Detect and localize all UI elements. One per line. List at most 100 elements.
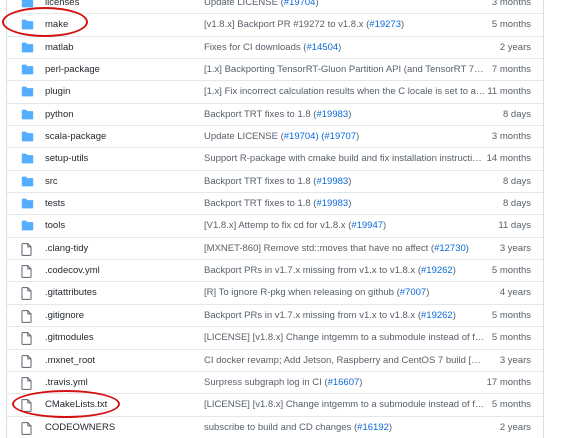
file-name-link[interactable]: CODEOWNERS (45, 422, 115, 433)
pr-link[interactable]: #19273 (369, 19, 401, 30)
pr-link[interactable]: #19983 (316, 176, 348, 187)
file-row[interactable]: make [v1.8.x] Backport PR #19272 to v1.8.… (7, 13, 543, 35)
pr-link[interactable]: #16607 (328, 377, 360, 388)
file-row[interactable]: licenses Update LICENSE (#19704) 3 months (7, 0, 543, 13)
folder-icon (21, 42, 34, 53)
folder-icon (21, 64, 34, 75)
commit-message[interactable]: [1.x] Backporting TensorRT-Gluon Partiti… (204, 64, 486, 75)
file-row[interactable]: scala-package Update LICENSE (#19704) (#1… (7, 125, 543, 147)
folder-icon (21, 176, 34, 187)
file-name-link[interactable]: setup-utils (45, 153, 88, 164)
commit-message-text[interactable]: Backport TRT fixes to 1.8 (204, 109, 311, 120)
file-name-link[interactable]: perl-package (45, 64, 100, 75)
file-name-link[interactable]: .gitmodules (45, 332, 94, 343)
commit-message-text[interactable]: CI docker revamp; Add Jetson, Raspberry … (204, 355, 486, 366)
pr-link[interactable]: #14504 (306, 42, 338, 53)
commit-message[interactable]: [LICENSE] [v1.8.x] Change intgemm to a s… (204, 332, 486, 343)
file-name-link[interactable]: .mxnet_root (45, 355, 95, 366)
file-row[interactable]: .travis.yml Surpress subgraph log in CI (… (7, 370, 543, 393)
pr-link[interactable]: #19983 (316, 198, 348, 209)
file-icon (21, 309, 34, 323)
pr-link[interactable]: #12730 (434, 243, 466, 254)
commit-message[interactable]: Update LICENSE (#19704) (204, 0, 486, 8)
commit-message-text[interactable]: Support R-package with cmake build and f… (204, 153, 486, 164)
commit-message-text[interactable]: [1.x] Backporting TensorRT-Gluon Partiti… (204, 64, 486, 75)
file-row[interactable]: plugin [1.x] Fix incorrect calculation re… (7, 80, 543, 102)
file-row[interactable]: setup-utils Support R-package with cmake … (7, 147, 543, 169)
commit-message[interactable]: [v1.8.x] Backport PR #19272 to v1.8.x (#… (204, 19, 486, 30)
commit-message[interactable]: Backport PRs in v1.7.x missing from v1.x… (204, 310, 486, 321)
file-row[interactable]: CMakeLists.txt [LICENSE] [v1.8.x] Change … (7, 393, 543, 415)
file-row[interactable]: tests Backport TRT fixes to 1.8 (#19983) 8… (7, 192, 543, 214)
file-row[interactable]: .gitattributes [R] To ignore R-pkg when r… (7, 281, 543, 303)
pr-link[interactable]: #19983 (316, 109, 348, 120)
file-name-link[interactable]: .gitattributes (45, 287, 97, 298)
file-row[interactable]: perl-package [1.x] Backporting TensorRT-G… (7, 58, 543, 80)
commit-message-text[interactable]: Backport PRs in v1.7.x missing from v1.x… (204, 265, 415, 276)
commit-message-text[interactable]: Update LICENSE (204, 0, 278, 8)
commit-message-text[interactable]: [LICENSE] [v1.8.x] Change intgemm to a s… (204, 399, 486, 410)
commit-age: 5 months (491, 19, 531, 31)
commit-message[interactable]: [R] To ignore R-pkg when releasing on gi… (204, 287, 486, 298)
commit-message[interactable]: [1.x] Fix incorrect calculation results … (204, 86, 486, 97)
commit-message[interactable]: Backport PRs in v1.7.x missing from v1.x… (204, 265, 486, 276)
file-row[interactable]: CODEOWNERS subscribe to build and CD chan… (7, 415, 543, 438)
commit-message[interactable]: Backport TRT fixes to 1.8 (#19983) (204, 176, 486, 187)
commit-message-text[interactable]: subscribe to build and CD changes (204, 422, 351, 433)
file-name-link[interactable]: matlab (45, 42, 74, 53)
commit-message[interactable]: [MXNET-860] Remove std::moves that have … (204, 243, 486, 254)
commit-message-text[interactable]: Fixes for CI downloads (204, 42, 301, 53)
pr-link[interactable]: #19262 (421, 310, 453, 321)
commit-message[interactable]: Support R-package with cmake build and f… (204, 153, 486, 164)
file-row[interactable]: .clang-tidy [MXNET-860] Remove std::moves… (7, 236, 543, 259)
commit-age: 11 months (487, 86, 531, 98)
commit-message-text[interactable]: [V1.8.x] Attemp to fix cd for v1.8.x (204, 220, 346, 231)
file-name-link[interactable]: CMakeLists.txt (45, 399, 107, 410)
commit-message-text[interactable]: Backport PRs in v1.7.x missing from v1.x… (204, 310, 415, 321)
commit-message[interactable]: [V1.8.x] Attemp to fix cd for v1.8.x (#1… (204, 220, 486, 231)
commit-message[interactable]: Fixes for CI downloads (#14504) (204, 42, 486, 53)
commit-message[interactable]: Backport TRT fixes to 1.8 (#19983) (204, 198, 486, 209)
commit-message-text[interactable]: Backport TRT fixes to 1.8 (204, 176, 311, 187)
commit-message-text[interactable]: [R] To ignore R-pkg when releasing on gi… (204, 287, 394, 298)
pr-link[interactable]: #19704) (#19707 (284, 131, 356, 142)
commit-message-text[interactable]: [1.x] Fix incorrect calculation results … (204, 86, 485, 97)
file-row[interactable]: src Backport TRT fixes to 1.8 (#19983) 8 d… (7, 169, 543, 192)
pr-link[interactable]: #19262 (421, 265, 453, 276)
pr-link[interactable]: #19947 (351, 220, 383, 231)
file-name-link[interactable]: python (45, 109, 74, 120)
file-row[interactable]: matlab Fixes for CI downloads (#14504) 2 y… (7, 35, 543, 58)
file-name-link[interactable]: .clang-tidy (45, 243, 88, 254)
file-row[interactable]: .codecov.yml Backport PRs in v1.7.x missi… (7, 259, 543, 281)
file-name-link[interactable]: .travis.yml (45, 377, 88, 388)
file-row[interactable]: python Backport TRT fixes to 1.8 (#19983)… (7, 102, 543, 125)
file-name-link[interactable]: .gitignore (45, 310, 84, 321)
commit-message-text[interactable]: [LICENSE] [v1.8.x] Change intgemm to a s… (204, 332, 486, 343)
commit-message[interactable]: Surpress subgraph log in CI (#16607) (204, 377, 486, 388)
commit-message-text[interactable]: Surpress subgraph log in CI (204, 377, 322, 388)
file-name-link[interactable]: src (45, 176, 58, 187)
file-name-link[interactable]: make (45, 19, 68, 30)
commit-message[interactable]: subscribe to build and CD changes (#1619… (204, 422, 486, 433)
file-row[interactable]: .gitmodules [LICENSE] [v1.8.x] Change int… (7, 326, 543, 348)
commit-message[interactable]: CI docker revamp; Add Jetson, Raspberry … (204, 355, 486, 366)
commit-message-text[interactable]: [v1.8.x] Backport PR #19272 to v1.8.x (204, 19, 363, 30)
commit-message-text[interactable]: [MXNET-860] Remove std::moves that have … (204, 243, 428, 254)
pr-link[interactable]: #16192 (357, 422, 389, 433)
pr-link[interactable]: #7007 (400, 287, 426, 298)
file-row[interactable]: .gitignore Backport PRs in v1.7.x missing… (7, 303, 543, 326)
file-name-link[interactable]: scala-package (45, 131, 106, 142)
pr-link[interactable]: #19704 (284, 0, 316, 8)
file-name-link[interactable]: plugin (45, 86, 70, 97)
commit-message[interactable]: [LICENSE] [v1.8.x] Change intgemm to a s… (204, 399, 486, 410)
file-name-link[interactable]: tests (45, 198, 65, 209)
commit-message-text[interactable]: Update LICENSE (204, 131, 278, 142)
file-name-link[interactable]: .codecov.yml (45, 265, 100, 276)
file-name-link[interactable]: tools (45, 220, 65, 231)
commit-message-text[interactable]: Backport TRT fixes to 1.8 (204, 198, 311, 209)
file-row[interactable]: tools [V1.8.x] Attemp to fix cd for v1.8.… (7, 214, 543, 236)
file-row[interactable]: .mxnet_root CI docker revamp; Add Jetson,… (7, 348, 543, 371)
commit-message[interactable]: Update LICENSE (#19704) (#19707) (204, 131, 486, 142)
file-name-link[interactable]: licenses (45, 0, 79, 8)
commit-message[interactable]: Backport TRT fixes to 1.8 (#19983) (204, 109, 486, 120)
